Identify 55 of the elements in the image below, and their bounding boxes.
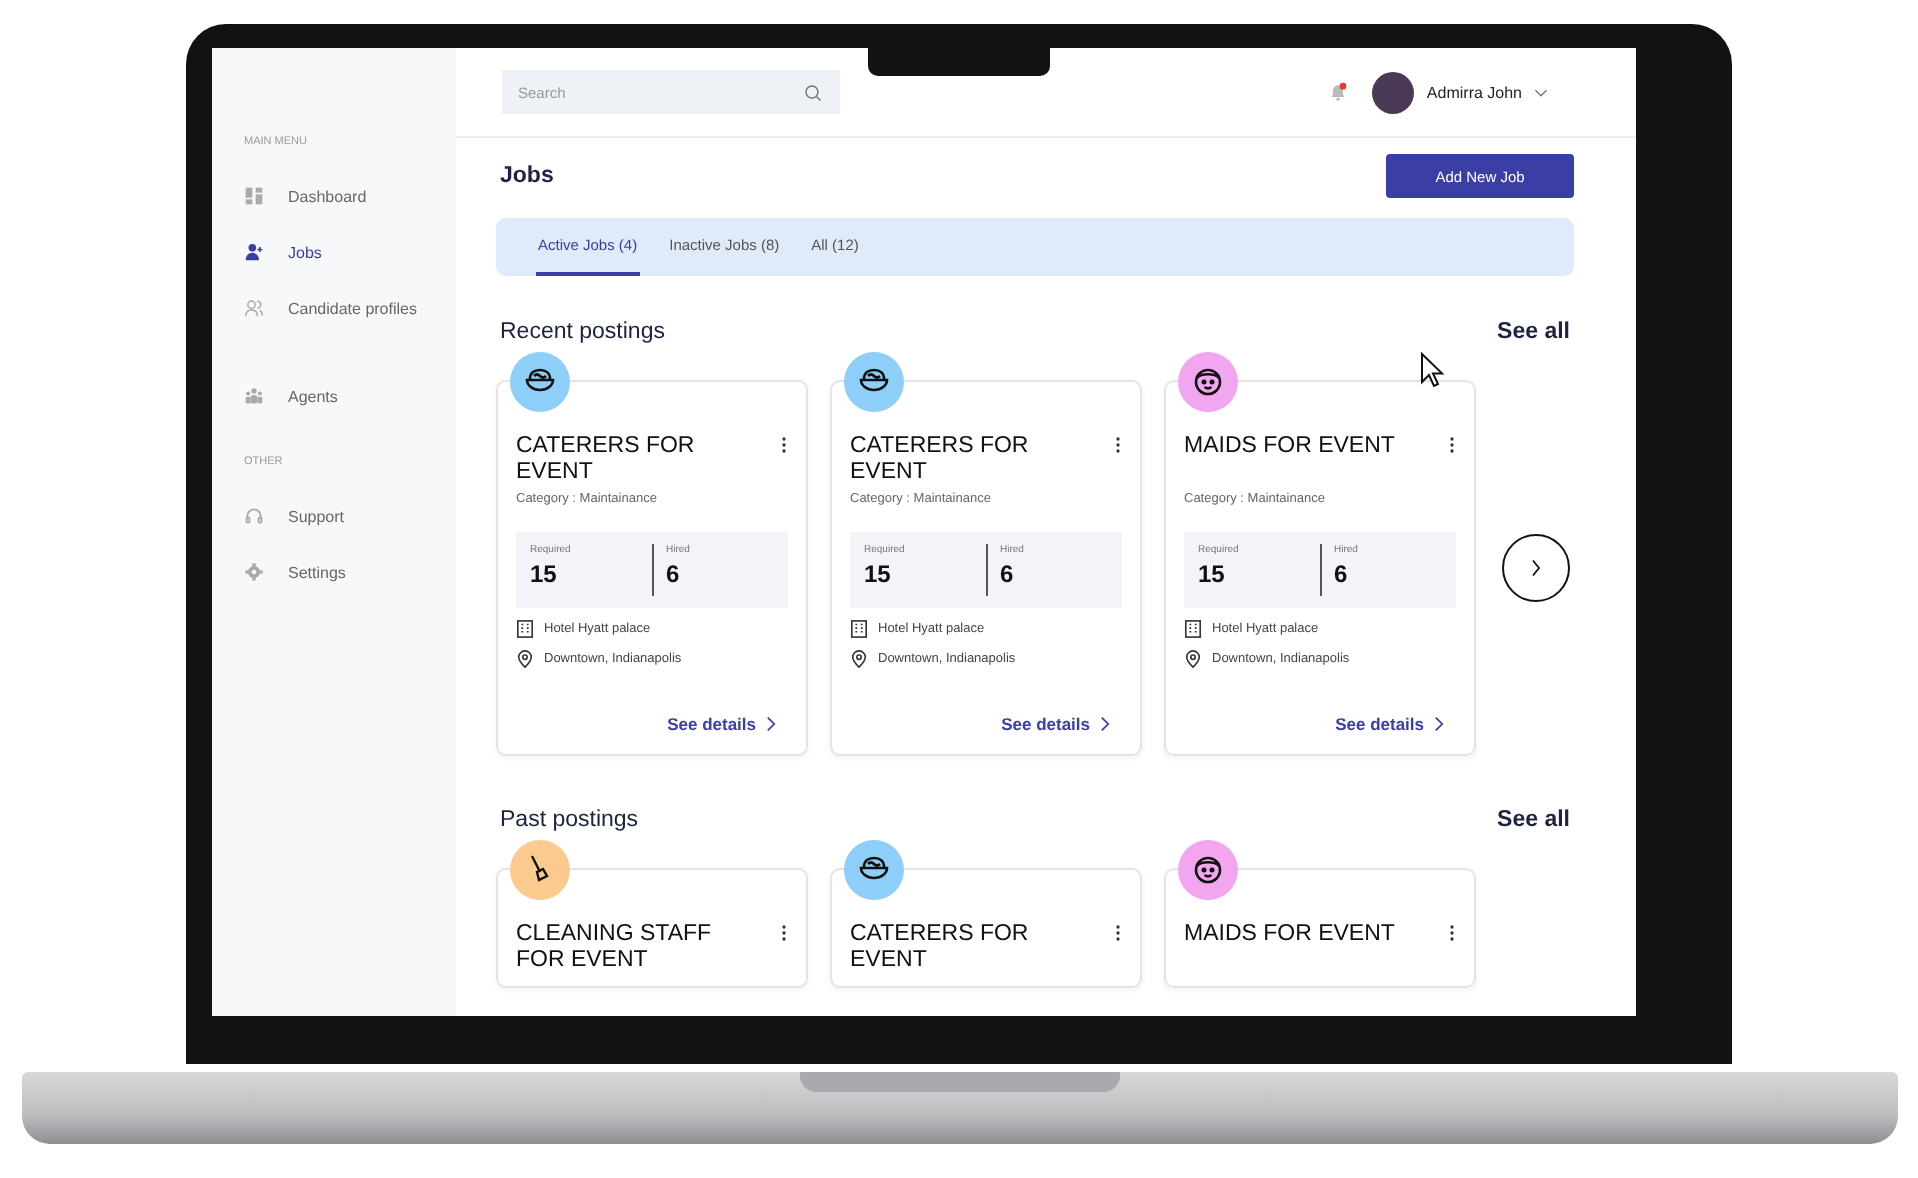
mouse-pointer-icon (1420, 352, 1444, 388)
location-pin-icon (516, 650, 534, 668)
stat-value: 15 (1198, 560, 1227, 588)
job-title: CATERERS FOR EVENT (516, 434, 697, 486)
more-options-icon[interactable] (1114, 924, 1122, 942)
more-options-icon[interactable] (1114, 436, 1122, 454)
chevron-right-icon (766, 716, 776, 732)
building-icon (850, 620, 868, 638)
settings-icon (244, 562, 264, 582)
dashboard-icon (244, 186, 264, 206)
location-pin-icon (1184, 650, 1202, 668)
sidebar-item[interactable]: Candidate profiles (244, 280, 456, 336)
sidebar-item[interactable]: Settings (244, 544, 456, 600)
see-details-link[interactable]: See details (1001, 714, 1110, 734)
caret-icon[interactable] (1534, 87, 1548, 97)
job-title: CATERERS FOR EVENT (850, 922, 1031, 974)
next-button[interactable] (1502, 534, 1570, 602)
more-options-icon[interactable] (1448, 436, 1456, 454)
stat-value: 15 (864, 560, 893, 588)
user-name[interactable]: Admirra John (1426, 83, 1522, 101)
sidebar-item[interactable]: Agents (244, 368, 456, 424)
building-icon (1184, 620, 1202, 638)
location-pin-icon (850, 650, 868, 668)
building-icon (516, 620, 534, 638)
avatar[interactable] (1372, 71, 1415, 113)
see-details-link[interactable]: See details (667, 714, 776, 734)
more-options-icon[interactable] (780, 924, 788, 942)
search-icon (804, 83, 822, 101)
headset-icon (244, 506, 264, 526)
chevron-right-icon (1434, 716, 1444, 732)
more-options-icon[interactable] (1448, 924, 1456, 942)
job-title: MAIDS FOR EVENT (1184, 922, 1397, 948)
group-icon (244, 386, 264, 406)
job-title: CLEANING STAFF FOR EVENT (516, 922, 714, 974)
sidebar-item[interactable]: Jobs (244, 224, 456, 280)
section-title: Past postings (500, 808, 639, 832)
sidebar-item[interactable]: Dashboard (244, 168, 456, 224)
see-details-link[interactable]: See details (1335, 714, 1444, 734)
notification-bell-icon[interactable] (1328, 82, 1349, 102)
page-title: Jobs (500, 164, 554, 188)
see-all-link[interactable]: See all (1497, 320, 1570, 344)
add-user-icon (244, 242, 264, 262)
job-title: CATERERS FOR EVENT (850, 434, 1031, 486)
section-title: Recent postings (500, 320, 665, 344)
stat-value: 6 (1334, 560, 1350, 588)
sidebar-item[interactable]: Support (244, 488, 456, 544)
chevron-right-icon (1100, 716, 1110, 732)
stat-value: 6 (666, 560, 682, 588)
users-icon (244, 298, 264, 318)
stat-value: 15 (530, 560, 559, 588)
stat-value: 6 (1000, 560, 1016, 588)
chevron-right-icon (1530, 558, 1542, 578)
see-all-link[interactable]: See all (1497, 808, 1570, 832)
job-title: MAIDS FOR EVENT (1184, 434, 1397, 460)
more-options-icon[interactable] (780, 436, 788, 454)
